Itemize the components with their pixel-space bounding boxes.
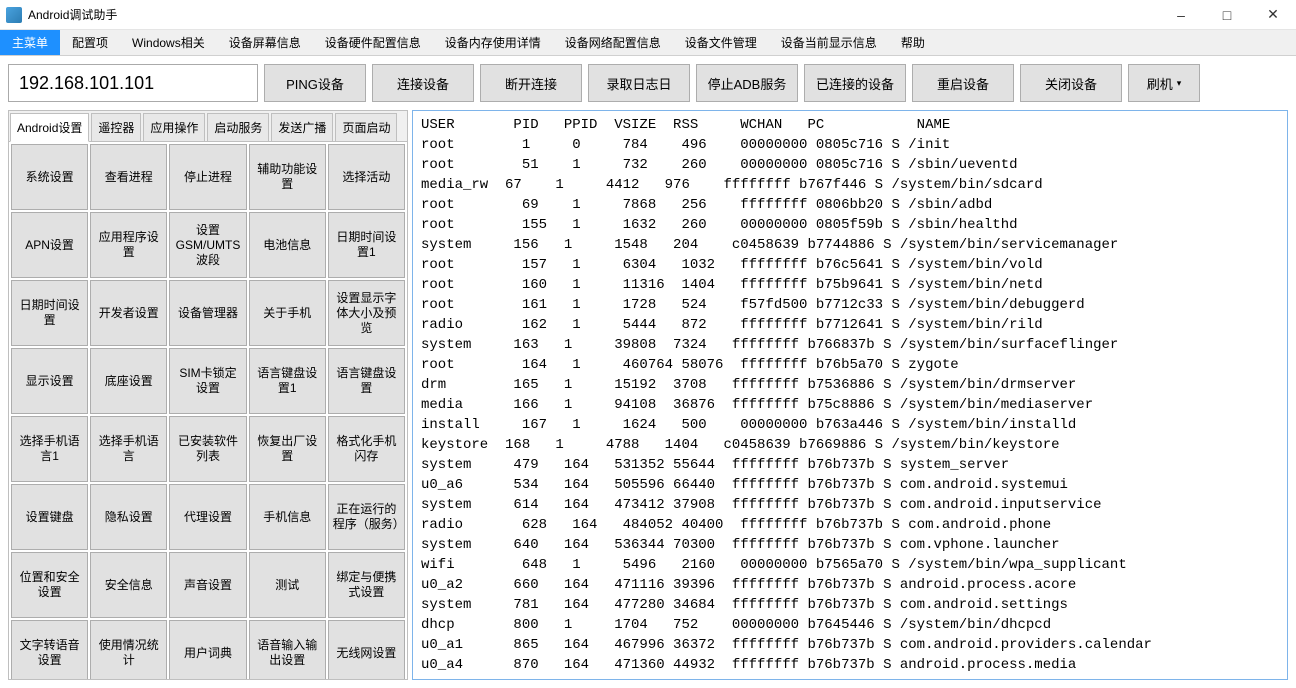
toolbar: PING设备 连接设备 断开连接 录取日志日 停止ADB服务 已连接的设备 重启…: [0, 56, 1296, 110]
grid-cell[interactable]: 系统设置: [11, 144, 88, 210]
window-title: Android调试助手: [28, 6, 1158, 23]
grid-cell[interactable]: 关于手机: [249, 280, 326, 346]
grid-cell[interactable]: 日期时间设置1: [328, 212, 405, 278]
grid-cell[interactable]: 用户词典: [169, 620, 246, 679]
grid-cell[interactable]: 设置键盘: [11, 484, 88, 550]
grid-cell[interactable]: 手机信息: [249, 484, 326, 550]
menu-screen-info[interactable]: 设备屏幕信息: [217, 30, 313, 55]
grid-cell[interactable]: 已安装软件列表: [169, 416, 246, 482]
grid-cell[interactable]: 应用程序设置: [90, 212, 167, 278]
connected-devices-button[interactable]: 已连接的设备: [804, 64, 906, 102]
tab-android-settings[interactable]: Android设置: [10, 113, 89, 142]
grid-cell[interactable]: 声音设置: [169, 552, 246, 618]
menu-config[interactable]: 配置项: [60, 30, 120, 55]
settings-grid: 系统设置查看进程停止进程辅助功能设置选择活动 APN设置应用程序设置设置GSM/U…: [9, 142, 407, 679]
grid-cell[interactable]: 位置和安全设置: [11, 552, 88, 618]
menu-windows[interactable]: Windows相关: [120, 30, 217, 55]
menu-hw-info[interactable]: 设备硬件配置信息: [313, 30, 433, 55]
tab-page-start[interactable]: 页面启动: [335, 113, 397, 141]
flash-dropdown-label: 刷机: [1147, 74, 1173, 93]
minimize-button[interactable]: –: [1158, 0, 1204, 30]
grid-cell[interactable]: 语音输入输出设置: [249, 620, 326, 679]
grid-cell[interactable]: 选择手机语言1: [11, 416, 88, 482]
ping-button[interactable]: PING设备: [264, 64, 366, 102]
left-panel: Android设置 遥控器 应用操作 启动服务 发送广播 页面启动 系统设置查看…: [8, 110, 408, 680]
app-icon: [6, 7, 22, 23]
grid-cell[interactable]: 设置GSM/UMTS波段: [169, 212, 246, 278]
grid-cell[interactable]: 日期时间设置: [11, 280, 88, 346]
tab-app-ops[interactable]: 应用操作: [143, 113, 205, 141]
menu-file-mgr[interactable]: 设备文件管理: [673, 30, 769, 55]
grid-cell[interactable]: 语言键盘设置1: [249, 348, 326, 414]
grid-cell[interactable]: 恢复出厂设置: [249, 416, 326, 482]
grid-cell[interactable]: 辅助功能设置: [249, 144, 326, 210]
grid-cell[interactable]: 格式化手机闪存: [328, 416, 405, 482]
grid-cell[interactable]: 测试: [249, 552, 326, 618]
main-split: Android设置 遥控器 应用操作 启动服务 发送广播 页面启动 系统设置查看…: [0, 110, 1296, 688]
disconnect-button[interactable]: 断开连接: [480, 64, 582, 102]
flash-dropdown[interactable]: 刷机 ▾: [1128, 64, 1200, 102]
shutdown-button[interactable]: 关闭设备: [1020, 64, 1122, 102]
grid-cell[interactable]: 显示设置: [11, 348, 88, 414]
grid-cell[interactable]: 代理设置: [169, 484, 246, 550]
menu-display-info[interactable]: 设备当前显示信息: [769, 30, 889, 55]
grid-cell[interactable]: 无线网设置: [328, 620, 405, 679]
grid-cell[interactable]: 底座设置: [90, 348, 167, 414]
chevron-down-icon: ▾: [1177, 78, 1182, 89]
stop-adb-button[interactable]: 停止ADB服务: [696, 64, 798, 102]
titlebar: Android调试助手 – □ ✕: [0, 0, 1296, 30]
tab-broadcast[interactable]: 发送广播: [271, 113, 333, 141]
grid-cell[interactable]: APN设置: [11, 212, 88, 278]
grid-cell[interactable]: 设置显示字体大小及预览: [328, 280, 405, 346]
grid-cell[interactable]: 使用情况统计: [90, 620, 167, 679]
process-log[interactable]: USER PID PPID VSIZE RSS WCHAN PC NAME ro…: [412, 110, 1288, 680]
reboot-button[interactable]: 重启设备: [912, 64, 1014, 102]
left-tabs: Android设置 遥控器 应用操作 启动服务 发送广播 页面启动: [9, 111, 407, 142]
grid-cell[interactable]: 开发者设置: [90, 280, 167, 346]
grid-cell[interactable]: 绑定与便携式设置: [328, 552, 405, 618]
menu-mem-info[interactable]: 设备内存使用详情: [433, 30, 553, 55]
grid-cell[interactable]: 查看进程: [90, 144, 167, 210]
menu-net-info[interactable]: 设备网络配置信息: [553, 30, 673, 55]
grid-cell[interactable]: 电池信息: [249, 212, 326, 278]
grid-cell[interactable]: 设备管理器: [169, 280, 246, 346]
maximize-button[interactable]: □: [1204, 0, 1250, 30]
grid-cell[interactable]: 语言键盘设置: [328, 348, 405, 414]
grid-cell[interactable]: 隐私设置: [90, 484, 167, 550]
menubar: 主菜单 配置项 Windows相关 设备屏幕信息 设备硬件配置信息 设备内存使用…: [0, 30, 1296, 56]
menu-main[interactable]: 主菜单: [0, 30, 60, 55]
grid-cell[interactable]: 选择活动: [328, 144, 405, 210]
grid-cell[interactable]: 安全信息: [90, 552, 167, 618]
tab-start-service[interactable]: 启动服务: [207, 113, 269, 141]
ip-input[interactable]: [8, 64, 258, 102]
tab-remote[interactable]: 遥控器: [91, 113, 141, 141]
grid-cell[interactable]: 选择手机语言: [90, 416, 167, 482]
capture-log-button[interactable]: 录取日志日: [588, 64, 690, 102]
grid-cell[interactable]: 文字转语音设置: [11, 620, 88, 679]
menu-help[interactable]: 帮助: [889, 30, 937, 55]
grid-cell[interactable]: 正在运行的程序（服务）: [328, 484, 405, 550]
grid-cell[interactable]: SIM卡锁定设置: [169, 348, 246, 414]
grid-cell[interactable]: 停止进程: [169, 144, 246, 210]
connect-button[interactable]: 连接设备: [372, 64, 474, 102]
close-button[interactable]: ✕: [1250, 0, 1296, 30]
